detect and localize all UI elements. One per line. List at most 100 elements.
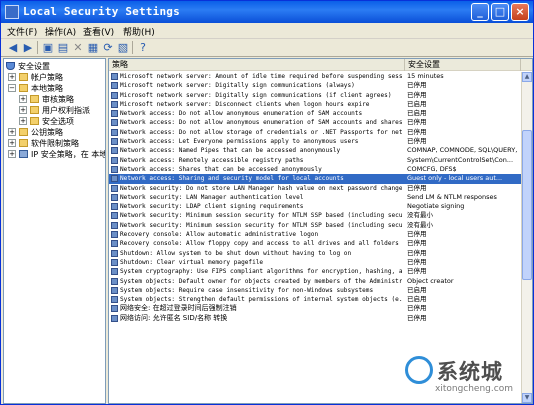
table-row[interactable]: Microsoft network server: Digitally sign… (109, 81, 521, 90)
table-row[interactable]: Network security: LDAP client signing re… (109, 202, 521, 211)
up-folder-icon[interactable]: ▣ (41, 41, 55, 54)
maximize-button[interactable]: □ (491, 3, 509, 21)
policy-icon (111, 277, 118, 285)
policy-setting: 已停用 (407, 90, 427, 99)
back-arrow-icon[interactable]: ◀ (6, 41, 20, 54)
table-row[interactable]: Recovery console: Allow automatic admini… (109, 230, 521, 239)
export-list-icon[interactable]: ▧ (116, 41, 130, 54)
policy-icon (111, 110, 118, 118)
table-row[interactable]: Recovery console: Allow floppy copy and … (109, 239, 521, 248)
policy-setting: 没有最小 (407, 220, 433, 229)
delete-icon[interactable]: ✕ (71, 41, 85, 54)
table-row[interactable]: Network access: Remotely accessible regi… (109, 156, 521, 165)
policy-icon (111, 314, 118, 322)
table-row[interactable]: Shutdown: Clear virtual memory pagefile 已… (109, 258, 521, 267)
policy-setting: 已停用 (407, 313, 427, 322)
collapse-icon[interactable]: − (8, 84, 16, 92)
scroll-down-icon[interactable]: ▼ (522, 393, 532, 403)
table-row[interactable]: System objects: Default owner for object… (109, 277, 521, 286)
table-row[interactable]: Network access: Named Pipes that can be … (109, 146, 521, 155)
table-row[interactable]: System objects: Require case insensitivi… (109, 286, 521, 295)
table-row[interactable]: Microsoft network server: Disconnect cli… (109, 100, 521, 109)
table-row[interactable]: 网络访问: 允许匿名 SID/名称 转换 已停用 (109, 314, 521, 323)
policy-setting: 已停用 (407, 183, 427, 192)
properties-icon[interactable]: ▦ (86, 41, 100, 54)
title-bar[interactable]: Local Security Settings _ □ × (1, 1, 533, 23)
watermark-url: xitongcheng.com (435, 384, 513, 394)
policy-icon (111, 175, 118, 183)
tree-label: 公钥策略 (31, 128, 63, 137)
table-row[interactable]: Shutdown: Allow system to be shut down w… (109, 249, 521, 258)
help-icon[interactable]: ? (136, 41, 150, 54)
expand-icon[interactable]: + (19, 95, 27, 103)
navigation-tree[interactable]: 安全设置 + 帐户策略 − 本地策略 + 审核策略 + 用户权利指派 + 安全选… (3, 58, 106, 404)
expand-icon[interactable]: + (8, 73, 16, 81)
table-row[interactable]: Network access: Do not allow anonymous e… (109, 109, 521, 118)
window-title: Local Security Settings (23, 5, 180, 18)
table-row[interactable]: 网络安全: 在超过登录时间后强制注销 已停用 (109, 304, 521, 313)
table-row[interactable]: Network security: LAN Manager authentica… (109, 193, 521, 202)
policy-name: Shutdown: Clear virtual memory pagefile (120, 258, 264, 266)
policy-name: Network access: Remotely accessible regi… (120, 156, 304, 164)
policy-icon (111, 249, 118, 257)
table-row[interactable]: Microsoft network server: Digitally sign… (109, 91, 521, 100)
expand-icon[interactable]: + (8, 150, 16, 158)
policy-icon (111, 240, 118, 248)
expand-icon[interactable]: + (8, 139, 16, 147)
policy-name: Recovery console: Allow automatic admini… (120, 231, 319, 239)
policy-name: System cryptography: Use FIPS compliant … (120, 268, 402, 276)
table-row[interactable]: Network security: Do not store LAN Manag… (109, 184, 521, 193)
policy-icon (111, 128, 118, 136)
column-header-security-setting[interactable]: 安全设置 (405, 59, 521, 71)
watermark-logo-icon (405, 356, 433, 384)
policy-setting: 已停用 (407, 81, 427, 90)
watermark: 系统城 xitongcheng.com (405, 354, 523, 398)
tree-label: 审核策略 (42, 95, 74, 104)
policy-icon (111, 184, 118, 192)
folder-open-icon (19, 84, 28, 92)
table-row[interactable]: Network access: Let Everyone permissions… (109, 137, 521, 146)
folder-icon (30, 106, 39, 114)
table-row[interactable]: Network security: Minimum session securi… (109, 221, 521, 230)
menu-file[interactable]: 文件(F) (7, 25, 37, 38)
expand-icon[interactable]: + (19, 106, 27, 114)
show-hide-tree-icon[interactable]: ▤ (56, 41, 70, 54)
policy-rows: Microsoft network server: Amount of idle… (109, 72, 521, 323)
table-row[interactable]: Network security: Minimum session securi… (109, 211, 521, 220)
policy-name: Network access: Named Pipes that can be … (120, 147, 341, 155)
menu-view[interactable]: 查看(V) (83, 25, 114, 38)
folder-icon (19, 128, 28, 136)
table-row[interactable]: Microsoft network server: Amount of idle… (109, 72, 521, 81)
policy-name: Network access: Do not allow anonymous e… (120, 110, 363, 118)
scroll-thumb[interactable] (522, 130, 532, 280)
column-header-policy[interactable]: 策略 (109, 59, 405, 71)
expand-icon[interactable]: + (8, 128, 16, 136)
policy-icon (111, 119, 118, 127)
forward-arrow-icon[interactable]: ▶ (21, 41, 35, 54)
policy-name: Network access: Do not allow storage of … (120, 128, 402, 136)
policy-icon (111, 268, 118, 276)
table-row[interactable]: System cryptography: Use FIPS compliant … (109, 267, 521, 276)
policy-list[interactable]: 策略 安全设置 Microsoft network server: Amount… (108, 58, 533, 404)
table-row[interactable]: System objects: Strengthen default permi… (109, 295, 521, 304)
policy-setting: Guest only - local users aut... (407, 174, 503, 183)
refresh-icon[interactable]: ⟳ (101, 41, 115, 54)
policy-setting: 已停用 (407, 248, 427, 257)
policy-setting: 已停用 (407, 267, 427, 276)
minimize-button[interactable]: _ (471, 3, 489, 21)
policy-name: Network access: Do not allow anonymous e… (120, 119, 402, 127)
policy-name: System objects: Strengthen default permi… (120, 296, 402, 304)
close-button[interactable]: × (511, 3, 529, 21)
expand-icon[interactable]: + (19, 117, 27, 125)
policy-name: Network security: Do not store LAN Manag… (120, 184, 402, 192)
menu-action[interactable]: 操作(A) (45, 25, 76, 38)
policy-setting: 已启用 (407, 295, 427, 304)
shield-icon (6, 62, 15, 70)
table-row[interactable]: Network access: Do not allow anonymous e… (109, 118, 521, 127)
table-row[interactable]: Network access: Do not allow storage of … (109, 128, 521, 137)
menu-help[interactable]: 帮助(H) (123, 25, 155, 38)
table-row[interactable]: Network access: Shares that can be acces… (109, 165, 521, 174)
policy-setting: 已启用 (407, 285, 427, 294)
scroll-up-icon[interactable]: ▲ (522, 72, 532, 82)
table-row[interactable]: Network access: Sharing and security mod… (109, 174, 521, 184)
